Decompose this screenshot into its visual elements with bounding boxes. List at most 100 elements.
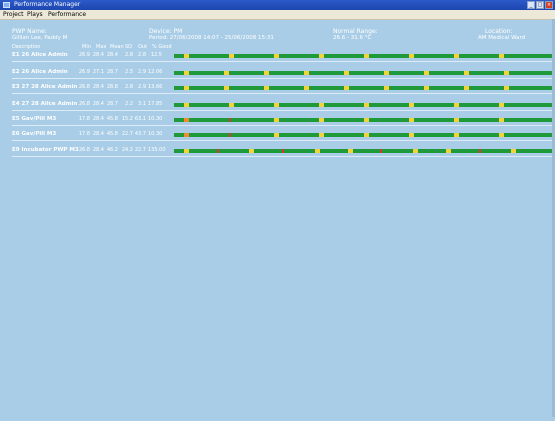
row-name[interactable]: E9 Incubator PWP M3: [12, 147, 79, 154]
warning-marker: [274, 103, 279, 107]
close-button[interactable]: ×: [545, 1, 553, 9]
row-name[interactable]: E2 26 Alice Admin: [12, 69, 68, 76]
warning-marker: [454, 54, 459, 58]
warning-marker: [184, 86, 189, 90]
warning-marker: [409, 54, 414, 58]
warning-marker: [499, 133, 504, 137]
row-cell: 17.8: [78, 116, 90, 122]
warning-marker: [364, 118, 369, 122]
row-name[interactable]: E6 Gav/Pill M3: [12, 131, 56, 138]
col-description: Description: [12, 44, 41, 50]
warning-marker: [424, 71, 429, 75]
col-sd: SD: [125, 44, 133, 50]
warning-marker: [304, 71, 309, 75]
row-cell: 28.4: [92, 131, 104, 137]
row-cell: 22.7: [121, 131, 133, 137]
row-cell: 45.8: [106, 116, 118, 122]
app-icon: [3, 2, 10, 8]
row-cell: 135.00: [148, 147, 166, 153]
row-cell: 12.06: [148, 69, 163, 75]
warning-marker: [464, 86, 469, 90]
alarm-marker: [282, 149, 284, 153]
temperature-trace[interactable]: [174, 103, 552, 107]
row-separator: [12, 61, 552, 62]
header-location-label: Location:: [485, 28, 513, 35]
alarm-marker: [229, 133, 231, 137]
warning-marker: [224, 71, 229, 75]
row-separator: [12, 140, 552, 141]
temperature-trace[interactable]: [174, 86, 552, 90]
row-cell: 26.8: [78, 147, 90, 153]
alarm-marker: [229, 118, 231, 122]
row-separator: [12, 78, 552, 79]
maximize-button[interactable]: □: [536, 1, 544, 9]
row-separator: [12, 156, 552, 157]
row-cell: 28.4: [92, 116, 104, 122]
warning-marker: [304, 86, 309, 90]
warning-marker: [424, 86, 429, 90]
header-range-label: Normal Range:: [333, 28, 378, 35]
row-cell: 13.66: [148, 84, 163, 90]
row-name[interactable]: E4 27 28 Alice Admin: [12, 101, 77, 108]
header-pwp-value: Gillian Lee, Paddy M: [12, 35, 68, 41]
temperature-trace[interactable]: [174, 118, 552, 122]
header-period-value: Period: 27/06/2008 14:07 - 25/06/2008 15…: [149, 35, 274, 41]
header-device-label: Device: PM: [149, 28, 183, 35]
row-cell: 2.8: [125, 84, 133, 90]
row-cell: 46.2: [106, 147, 118, 153]
warning-marker: [264, 71, 269, 75]
row-cell: 28.7: [106, 69, 118, 75]
warning-marker: [274, 54, 279, 58]
warning-marker: [454, 133, 459, 137]
row-cell: 26.8: [78, 101, 90, 107]
warning-marker: [184, 149, 189, 153]
header-range-value: 26.6 - 31.6 °C: [333, 35, 372, 41]
warning-marker: [224, 86, 229, 90]
temperature-trace[interactable]: [174, 71, 552, 75]
warning-marker: [409, 133, 414, 137]
row-cell: 2.8: [138, 52, 146, 58]
row-cell: 12.5: [150, 52, 162, 58]
warning-marker: [504, 71, 509, 75]
warning-marker: [499, 118, 504, 122]
row-cell: 26.8: [78, 84, 90, 90]
warning-marker: [409, 103, 414, 107]
row-cell: 15.2: [121, 116, 133, 122]
warning-marker: [184, 133, 189, 137]
warning-marker: [319, 133, 324, 137]
row-name[interactable]: E5 Gav/Pill M3: [12, 116, 56, 123]
warning-marker: [229, 103, 234, 107]
title-bar: Performance Manager _ □ ×: [0, 0, 555, 10]
row-name[interactable]: E3 27 28 Alice Admin: [12, 84, 77, 91]
menu-plays[interactable]: Plays: [27, 11, 43, 18]
window-title: Performance Manager: [14, 1, 81, 8]
row-cell: 26.9: [78, 52, 90, 58]
warning-marker: [319, 54, 324, 58]
menu-project[interactable]: Project: [3, 11, 24, 18]
warning-marker: [249, 149, 254, 153]
row-cell: 2.2: [125, 101, 133, 107]
menu-performance[interactable]: Performance: [48, 11, 86, 18]
warning-marker: [274, 118, 279, 122]
col-out: Out: [138, 44, 148, 50]
row-cell: 28.4: [92, 52, 104, 58]
row-cell: 17.8: [78, 131, 90, 137]
row-cell: 2.5: [125, 69, 133, 75]
row-cell: 43.7: [134, 131, 146, 137]
temperature-trace[interactable]: [174, 149, 552, 153]
row-name[interactable]: E1 26 Alice Admin: [12, 52, 68, 59]
temperature-trace[interactable]: [174, 54, 552, 58]
row-cell: 10.30: [148, 116, 163, 122]
row-separator: [12, 125, 552, 126]
warning-marker: [511, 149, 516, 153]
warning-marker: [319, 118, 324, 122]
row-cell: 27.1: [92, 69, 104, 75]
row-cell: 24.2: [121, 147, 133, 153]
col-good: % Good: [152, 44, 172, 50]
minimize-button[interactable]: _: [527, 1, 535, 9]
alarm-marker: [217, 149, 219, 153]
temperature-trace[interactable]: [174, 133, 552, 137]
warning-marker: [364, 133, 369, 137]
warning-marker: [454, 103, 459, 107]
warning-marker: [315, 149, 320, 153]
